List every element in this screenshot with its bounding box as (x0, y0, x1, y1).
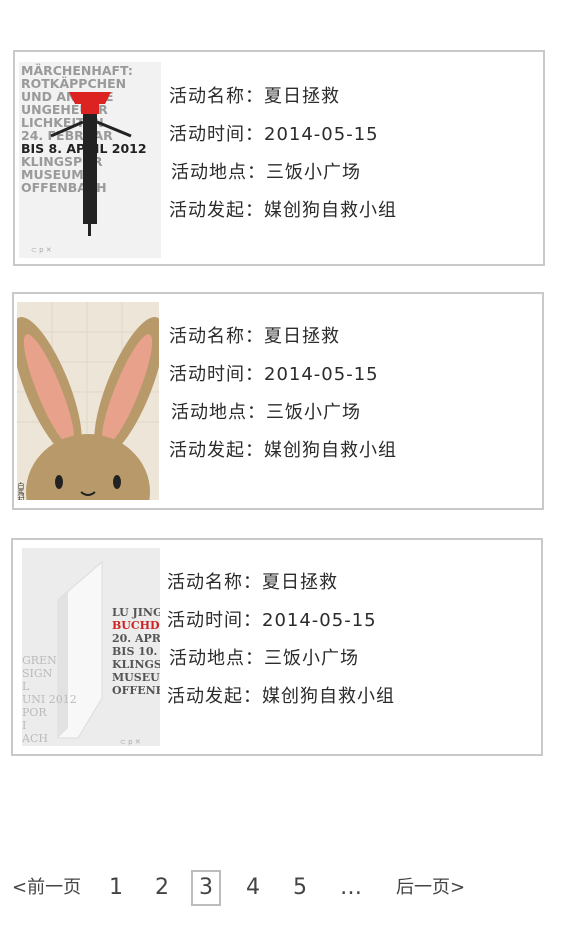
event-time-row: 活动时间：2014-05-15 (169, 356, 397, 394)
event-card[interactable]: MÄRCHENHAFT: ROTKÄPPCHEN UND ANDERE UNGE… (13, 50, 545, 266)
event-place-value: 三饭小广场 (266, 402, 361, 423)
poster-text-line: POR (22, 706, 47, 719)
event-place-label: 活动地点： (169, 648, 264, 669)
poster-typography-graphic: MÄRCHENHAFT: ROTKÄPPCHEN UND ANDERE UNGE… (19, 62, 161, 258)
poster-text-line: SIGN (22, 667, 53, 680)
event-place-label: 活动地点： (171, 402, 266, 423)
event-organizer-value: 媒创狗自救小组 (262, 686, 395, 707)
page-link-2[interactable]: 2 (155, 870, 169, 906)
prev-page-link[interactable]: <前一页 (12, 870, 81, 906)
event-info: 活动名称：夏日拯救 活动时间：2014-05-15 活动地点：三饭小广场 活动发… (169, 78, 397, 230)
event-place-row: 活动地点：三饭小广场 (169, 154, 397, 192)
event-info: 活动名称：夏日拯救 活动时间：2014-05-15 活动地点：三饭小广场 活动发… (167, 564, 395, 716)
poster-text-line: I (22, 719, 26, 732)
event-name-value: 夏日拯救 (262, 572, 338, 593)
event-organizer-row: 活动发起：媒创狗自救小组 (167, 678, 395, 716)
event-time-label: 活动时间： (169, 124, 264, 145)
event-time-label: 活动时间： (169, 364, 264, 385)
event-poster-image[interactable]: LU JING BUCHDE 20. APRI BIS 10. J KLINGS… (22, 548, 160, 746)
svg-text:⊂ p ✕: ⊂ p ✕ (120, 738, 141, 746)
poster-text-line: BIS 10. J (112, 645, 160, 658)
event-card[interactable]: 白馬村 活动名称：夏日拯救 活动时间：2014-05-15 活动地点：三饭小广场… (12, 292, 544, 510)
event-name-row: 活动名称：夏日拯救 (169, 318, 397, 356)
event-time-label: 活动时间： (167, 610, 262, 631)
event-organizer-value: 媒创狗自救小组 (264, 200, 397, 221)
event-poster-image[interactable]: MÄRCHENHAFT: ROTKÄPPCHEN UND ANDERE UNGE… (19, 62, 161, 258)
event-name-label: 活动名称： (169, 326, 264, 347)
event-place-row: 活动地点：三饭小广场 (167, 640, 395, 678)
event-time-value: 2014-05-15 (264, 364, 379, 385)
event-name-label: 活动名称： (169, 86, 264, 107)
pagination-ellipsis: … (340, 875, 362, 900)
event-organizer-value: 媒创狗自救小组 (264, 440, 397, 461)
svg-text:⊂ p ✕: ⊂ p ✕ (31, 246, 52, 254)
poster-text-line: MUSEUM (112, 671, 160, 684)
next-page-link[interactable]: 后一页> (396, 870, 465, 906)
event-name-value: 夏日拯救 (264, 326, 340, 347)
event-place-value: 三饭小广场 (266, 162, 361, 183)
event-time-value: 2014-05-15 (262, 610, 377, 631)
event-name-row: 活动名称：夏日拯救 (167, 564, 395, 602)
pagination: <前一页 1 2 3 4 5 … 后一页> (0, 870, 575, 910)
event-place-label: 活动地点： (171, 162, 266, 183)
page-link-1[interactable]: 1 (109, 870, 123, 906)
poster-rabbit-graphic: 白馬村 (17, 302, 159, 500)
event-organizer-row: 活动发起：媒创狗自救小组 (169, 192, 397, 230)
event-name-row: 活动名称：夏日拯救 (169, 78, 397, 116)
event-time-row: 活动时间：2014-05-15 (167, 602, 395, 640)
event-organizer-label: 活动发起： (167, 686, 262, 707)
poster-text-line: UNI 2012 (22, 693, 77, 706)
poster-text-line: KLINGS (112, 658, 160, 671)
poster-text-line: ACH (22, 732, 48, 745)
page-link-4[interactable]: 4 (246, 870, 260, 906)
poster-book-graphic: LU JING BUCHDE 20. APRI BIS 10. J KLINGS… (22, 548, 160, 746)
poster-text-line: OFFENB (112, 684, 160, 697)
event-time-value: 2014-05-15 (264, 124, 379, 145)
poster-text-line: 20. APRI (112, 632, 160, 645)
event-place-value: 三饭小广场 (264, 648, 359, 669)
event-time-row: 活动时间：2014-05-15 (169, 116, 397, 154)
event-info: 活动名称：夏日拯救 活动时间：2014-05-15 活动地点：三饭小广场 活动发… (169, 318, 397, 470)
poster-caption: 白馬村 (17, 481, 25, 500)
event-poster-image[interactable]: 白馬村 (17, 302, 159, 500)
event-card[interactable]: LU JING BUCHDE 20. APRI BIS 10. J KLINGS… (11, 538, 543, 756)
event-organizer-label: 活动发起： (169, 200, 264, 221)
page-link-3-current[interactable]: 3 (191, 870, 221, 906)
event-name-value: 夏日拯救 (264, 86, 340, 107)
event-organizer-label: 活动发起： (169, 440, 264, 461)
page-link-5[interactable]: 5 (293, 870, 307, 906)
poster-text-line: GREN (22, 654, 57, 667)
event-name-label: 活动名称： (167, 572, 262, 593)
poster-text-line: L (22, 680, 30, 693)
poster-text-line: BUCHDE (112, 619, 160, 632)
event-place-row: 活动地点：三饭小广场 (169, 394, 397, 432)
poster-text-line: LU JING (112, 606, 160, 619)
event-organizer-row: 活动发起：媒创狗自救小组 (169, 432, 397, 470)
